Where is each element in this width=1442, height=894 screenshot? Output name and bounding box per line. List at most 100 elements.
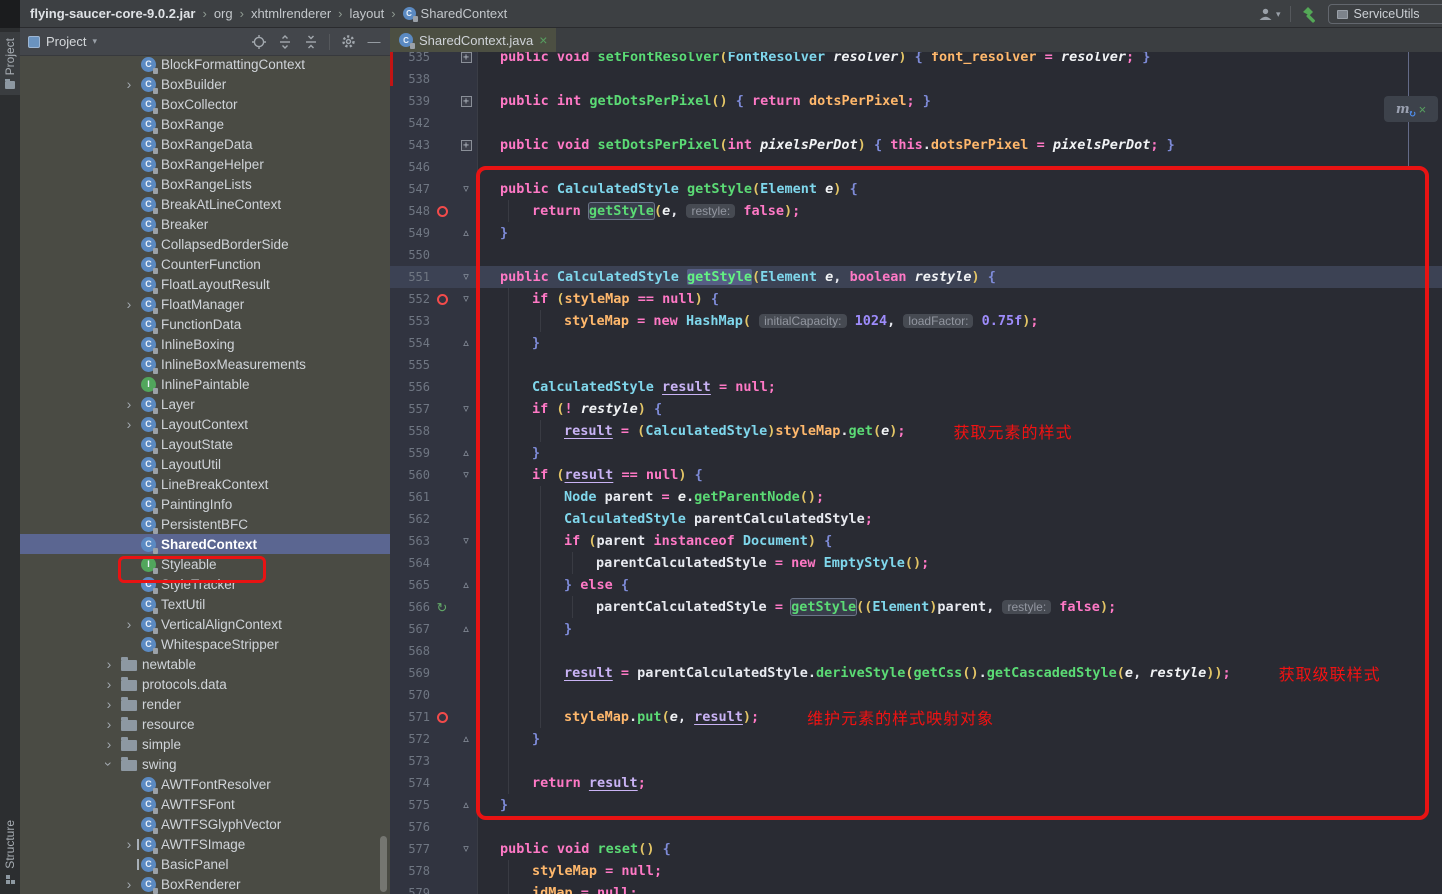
locate-file-icon[interactable]: [251, 34, 267, 50]
line-number[interactable]: 549: [390, 226, 430, 240]
line-number[interactable]: 547: [390, 182, 430, 196]
tree-item-boxcollector[interactable]: CBoxCollector: [20, 94, 390, 114]
tree-item-floatmanager[interactable]: ›CFloatManager: [20, 294, 390, 314]
fold-end-icon[interactable]: ▵: [463, 800, 469, 811]
tree-item-whitespacestripper[interactable]: CWhitespaceStripper: [20, 634, 390, 654]
code-line-538[interactable]: 538: [390, 68, 1442, 90]
breakpoint-icon[interactable]: [437, 712, 448, 723]
fold-start-icon[interactable]: ▿: [463, 844, 469, 855]
code-line-553[interactable]: 553styleMap = new HashMap( initialCapaci…: [390, 310, 1442, 332]
tree-item-inlineboxmeasurements[interactable]: CInlineBoxMeasurements: [20, 354, 390, 374]
code-line-558[interactable]: 558result = (CalculatedStyle)styleMap.ge…: [390, 420, 1442, 442]
chevron-right-icon[interactable]: ›: [102, 677, 116, 691]
line-number[interactable]: 559: [390, 446, 430, 460]
line-number[interactable]: 555: [390, 358, 430, 372]
code-line-559[interactable]: 559▵}: [390, 442, 1442, 464]
tree-item-awtfsfont[interactable]: CAWTFSFont: [20, 794, 390, 814]
line-number[interactable]: 535: [390, 52, 430, 64]
fold-end-icon[interactable]: ▵: [463, 580, 469, 591]
line-number[interactable]: 568: [390, 644, 430, 658]
recursive-call-icon[interactable]: ↻: [437, 601, 448, 614]
tree-item-breaker[interactable]: CBreaker: [20, 214, 390, 234]
code-line-548[interactable]: 548return getStyle(e, restyle: false);: [390, 200, 1442, 222]
editor-body[interactable]: 535+public void setFontResolver(FontReso…: [390, 52, 1442, 894]
tree-item-textutil[interactable]: CTextUtil: [20, 594, 390, 614]
tree-item-floatlayoutresult[interactable]: CFloatLayoutResult: [20, 274, 390, 294]
tree-scrollbar[interactable]: [380, 836, 387, 892]
code-line-547[interactable]: 547▿public CalculatedStyle getStyle(Elem…: [390, 178, 1442, 200]
tree-item-counterfunction[interactable]: CCounterFunction: [20, 254, 390, 274]
line-number[interactable]: 577: [390, 842, 430, 856]
project-view-selector[interactable]: Project ▾: [28, 34, 97, 49]
line-number[interactable]: 558: [390, 424, 430, 438]
chevron-right-icon[interactable]: ›: [122, 877, 136, 891]
line-number[interactable]: 543: [390, 138, 430, 152]
line-number[interactable]: 575: [390, 798, 430, 812]
chevron-down-icon[interactable]: ›: [102, 757, 116, 771]
tree-item-inlinepaintable[interactable]: IInlinePaintable: [20, 374, 390, 394]
line-number[interactable]: 556: [390, 380, 430, 394]
fold-start-icon[interactable]: ▿: [463, 294, 469, 305]
chevron-right-icon[interactable]: ›: [122, 837, 136, 851]
tree-item-sharedcontext[interactable]: CSharedContext: [20, 534, 390, 554]
line-number[interactable]: 550: [390, 248, 430, 262]
chevron-right-icon[interactable]: ›: [102, 697, 116, 711]
code-line-561[interactable]: 561Node parent = e.getParentNode();: [390, 486, 1442, 508]
line-number[interactable]: 573: [390, 754, 430, 768]
fold-end-icon[interactable]: ▵: [463, 448, 469, 459]
tree-item-resource[interactable]: ›resource: [20, 714, 390, 734]
line-number[interactable]: 567: [390, 622, 430, 636]
fold-start-icon[interactable]: ▿: [463, 272, 469, 283]
user-account-button[interactable]: ▾: [1258, 7, 1281, 21]
line-number[interactable]: 564: [390, 556, 430, 570]
breakpoint-icon[interactable]: [437, 206, 448, 217]
code-line-551[interactable]: 551▿public CalculatedStyle getStyle(Elem…: [390, 266, 1442, 288]
chevron-right-icon[interactable]: ›: [102, 657, 116, 671]
tree-item-simple[interactable]: ›simple: [20, 734, 390, 754]
tree-item-layoututil[interactable]: CLayoutUtil: [20, 454, 390, 474]
code-line-543[interactable]: 543+public void setDotsPerPixel(int pixe…: [390, 134, 1442, 156]
code-line-579[interactable]: 579idMap = null;: [390, 882, 1442, 894]
line-number[interactable]: 565: [390, 578, 430, 592]
line-number[interactable]: 569: [390, 666, 430, 680]
tree-item-awtfontresolver[interactable]: CAWTFontResolver: [20, 774, 390, 794]
line-number[interactable]: 552: [390, 292, 430, 306]
code-line-566[interactable]: 566↻parentCalculatedStyle = getStyle((El…: [390, 596, 1442, 618]
settings-gear-icon[interactable]: [340, 34, 356, 50]
code-line-560[interactable]: 560▿if (result == null) {: [390, 464, 1442, 486]
toolwindow-project-button[interactable]: Project: [0, 32, 20, 95]
expand-all-icon[interactable]: [277, 34, 293, 50]
code-line-570[interactable]: 570: [390, 684, 1442, 706]
tree-item-awtfsglyphvector[interactable]: CAWTFSGlyphVector: [20, 814, 390, 834]
tree-item-protocols.data[interactable]: ›protocols.data: [20, 674, 390, 694]
breadcrumb-class[interactable]: CSharedContext: [403, 6, 508, 21]
code-line-563[interactable]: 563▿if (parent instanceof Document) {: [390, 530, 1442, 552]
tree-item-collapsedborderside[interactable]: CCollapsedBorderSide: [20, 234, 390, 254]
run-configuration-select[interactable]: ServiceUtils: [1328, 4, 1442, 24]
code-line-565[interactable]: 565▵} else {: [390, 574, 1442, 596]
tree-item-basicpanel[interactable]: CBasicPanel: [20, 854, 390, 874]
line-number[interactable]: 557: [390, 402, 430, 416]
line-number[interactable]: 579: [390, 886, 430, 894]
line-number[interactable]: 571: [390, 710, 430, 724]
code-line-550[interactable]: 550: [390, 244, 1442, 266]
code-line-555[interactable]: 555: [390, 354, 1442, 376]
tree-item-awtfsimage[interactable]: ›CAWTFSImage: [20, 834, 390, 854]
code-line-572[interactable]: 572▵}: [390, 728, 1442, 750]
fold-start-icon[interactable]: ▿: [463, 470, 469, 481]
line-number[interactable]: 576: [390, 820, 430, 834]
code-line-562[interactable]: 562CalculatedStyle parentCalculatedStyle…: [390, 508, 1442, 530]
line-number[interactable]: 572: [390, 732, 430, 746]
tree-item-boxrangehelper[interactable]: CBoxRangeHelper: [20, 154, 390, 174]
code-line-568[interactable]: 568: [390, 640, 1442, 662]
tree-item-boxrangelists[interactable]: CBoxRangeLists: [20, 174, 390, 194]
code-line-556[interactable]: 556CalculatedStyle result = null;: [390, 376, 1442, 398]
fold-expand-icon[interactable]: +: [461, 96, 472, 107]
code-line-569[interactable]: 569result = parentCalculatedStyle.derive…: [390, 662, 1442, 684]
tree-item-swing[interactable]: ›swing: [20, 754, 390, 774]
tree-item-boxbuilder[interactable]: ›CBoxBuilder: [20, 74, 390, 94]
fold-end-icon[interactable]: ▵: [463, 338, 469, 349]
code-line-567[interactable]: 567▵}: [390, 618, 1442, 640]
fold-expand-icon[interactable]: +: [461, 52, 472, 63]
line-number[interactable]: 546: [390, 160, 430, 174]
